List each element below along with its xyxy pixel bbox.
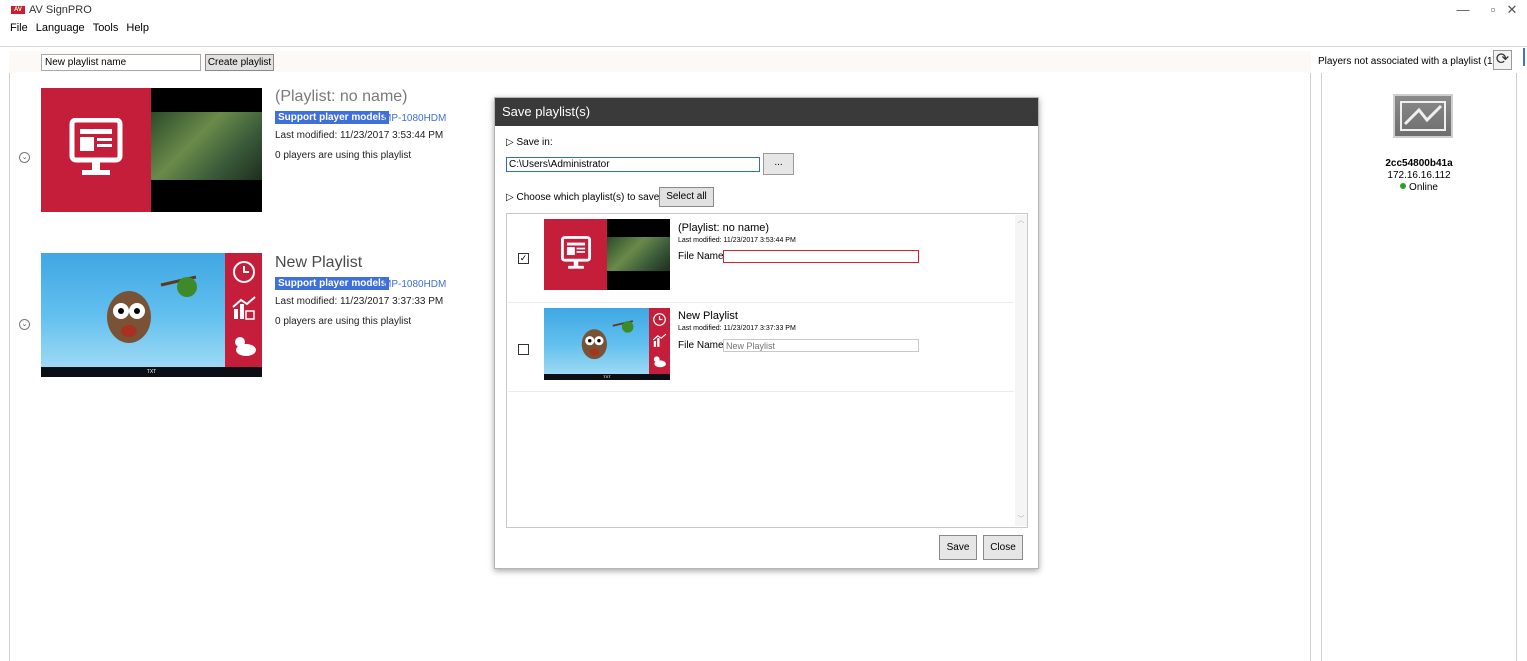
menu-file[interactable]: File (9, 21, 29, 37)
players-count: 0 players are using this playlist (275, 316, 412, 327)
item-title: (Playlist: no name) (678, 222, 770, 234)
save-in-label: Save in: (516, 137, 553, 148)
player-name[interactable]: 2cc54800b41a (1321, 158, 1517, 169)
scroll-indicator (1523, 48, 1525, 66)
players-count: 0 players are using this playlist (275, 150, 412, 161)
clock-icon (233, 261, 255, 283)
title-bar: AV AV SignPRO — ▫ ✕ (0, 0, 1527, 20)
window-title: AV SignPRO (29, 4, 92, 16)
cartoon-character-image (581, 320, 634, 360)
playlist-title[interactable]: New Playlist (275, 254, 362, 272)
playlist-checkbox[interactable]: ✓ (518, 253, 529, 264)
file-name-input[interactable] (723, 339, 919, 352)
last-modified: Last modified: 11/23/2017 3:53:44 PM (275, 130, 444, 141)
ticker-bar: TXT (544, 374, 670, 380)
monitor-web-icon (69, 118, 123, 175)
support-models-badge: Support player models (275, 277, 390, 290)
online-status-icon (1400, 183, 1407, 189)
scroll-down-icon[interactable]: ﹀ (1015, 515, 1027, 525)
cartoon-character-image (107, 275, 197, 343)
refresh-icon[interactable]: ⟳ (1493, 50, 1512, 70)
save-playlists-dialog: Save playlist(s) ▷ Save in: ... ▷ Choose… (494, 97, 1039, 569)
ticker-bar: TXT (41, 367, 262, 377)
row-divider (508, 391, 1014, 392)
unassociated-players-header: Players not associated with a playlist (… (1318, 56, 1496, 67)
divider (0, 46, 1527, 47)
item-title: New Playlist (678, 310, 738, 322)
video-frame (607, 237, 670, 271)
save-button[interactable]: Save (939, 535, 977, 560)
select-all-button[interactable]: Select all (659, 187, 714, 207)
status-text: Online (1409, 182, 1438, 193)
clock-icon (653, 313, 666, 326)
save-path-input[interactable] (506, 157, 760, 172)
triangle-right-icon: ▷ (506, 137, 517, 148)
player-device-icon[interactable] (1393, 94, 1453, 138)
playlist-thumbnail: TXT (544, 308, 670, 380)
playlist-name-input[interactable] (41, 54, 201, 71)
triangle-right-icon: ▷ (506, 192, 517, 203)
model-label: MP-1080HDM (383, 113, 447, 124)
menu-language[interactable]: Language (35, 21, 86, 37)
menu-bar: File Language Tools Help (9, 21, 150, 37)
expand-chevron-icon[interactable]: ⌄ (19, 152, 30, 163)
dialog-title: Save playlist(s) (495, 98, 1038, 126)
player-ip: 172.16.16.112 (1387, 170, 1451, 181)
playlist-thumbnail[interactable]: TXT (41, 253, 262, 377)
minimize-button[interactable]: — (1448, 2, 1478, 18)
scroll-up-icon[interactable]: ︿ (1015, 216, 1027, 226)
expand-chevron-icon[interactable]: ⌄ (19, 319, 30, 330)
app-logo-icon: AV (11, 6, 25, 14)
playlist-select-list: ✓ (Playlist: no name) Last modified: 11/… (506, 213, 1028, 528)
choose-section[interactable]: ▷ Choose which playlist(s) to save: (506, 192, 662, 203)
letterbox-top (607, 219, 670, 237)
list-scrollbar[interactable]: ︿ ﹀ (1015, 215, 1027, 526)
create-playlist-button[interactable]: Create playlist (205, 54, 274, 71)
monitor-web-icon (560, 236, 592, 269)
model-label: MP-1080HDM (383, 279, 447, 290)
playlist-thumbnail (544, 219, 670, 290)
close-button[interactable]: Close (983, 535, 1023, 560)
letterbox-bottom (151, 180, 262, 212)
last-modified: Last modified: 11/23/2017 3:37:33 PM (275, 296, 444, 307)
choose-label: Choose which playlist(s) to save: (516, 192, 663, 203)
file-name-label: File Name (678, 251, 724, 262)
item-last-modified: Last modified: 11/23/2017 3:53:44 PM (678, 237, 796, 244)
playlist-title[interactable]: (Playlist: no name) (275, 88, 408, 106)
weather-icon (235, 337, 256, 356)
row-divider (508, 302, 1014, 303)
item-last-modified: Last modified: 11/23/2017 3:37:33 PM (678, 325, 796, 332)
playlist-checkbox[interactable] (518, 344, 529, 355)
player-status: Online (1321, 182, 1517, 193)
save-in-section[interactable]: ▷ Save in: (506, 137, 553, 148)
menu-tools[interactable]: Tools (92, 21, 120, 37)
menu-help[interactable]: Help (125, 21, 150, 37)
letterbox-bottom (607, 271, 670, 290)
browse-button[interactable]: ... (763, 153, 794, 175)
file-name-input[interactable] (723, 250, 919, 263)
playlist-thumbnail[interactable] (41, 88, 262, 212)
close-window-button[interactable]: ✕ (1497, 2, 1527, 18)
chart-icon (232, 296, 256, 320)
file-name-label: File Name (678, 340, 724, 351)
video-frame (151, 112, 262, 180)
weather-icon (653, 356, 666, 368)
support-models-badge: Support player models (275, 111, 390, 124)
letterbox-top (151, 88, 262, 112)
chart-icon (652, 333, 667, 347)
